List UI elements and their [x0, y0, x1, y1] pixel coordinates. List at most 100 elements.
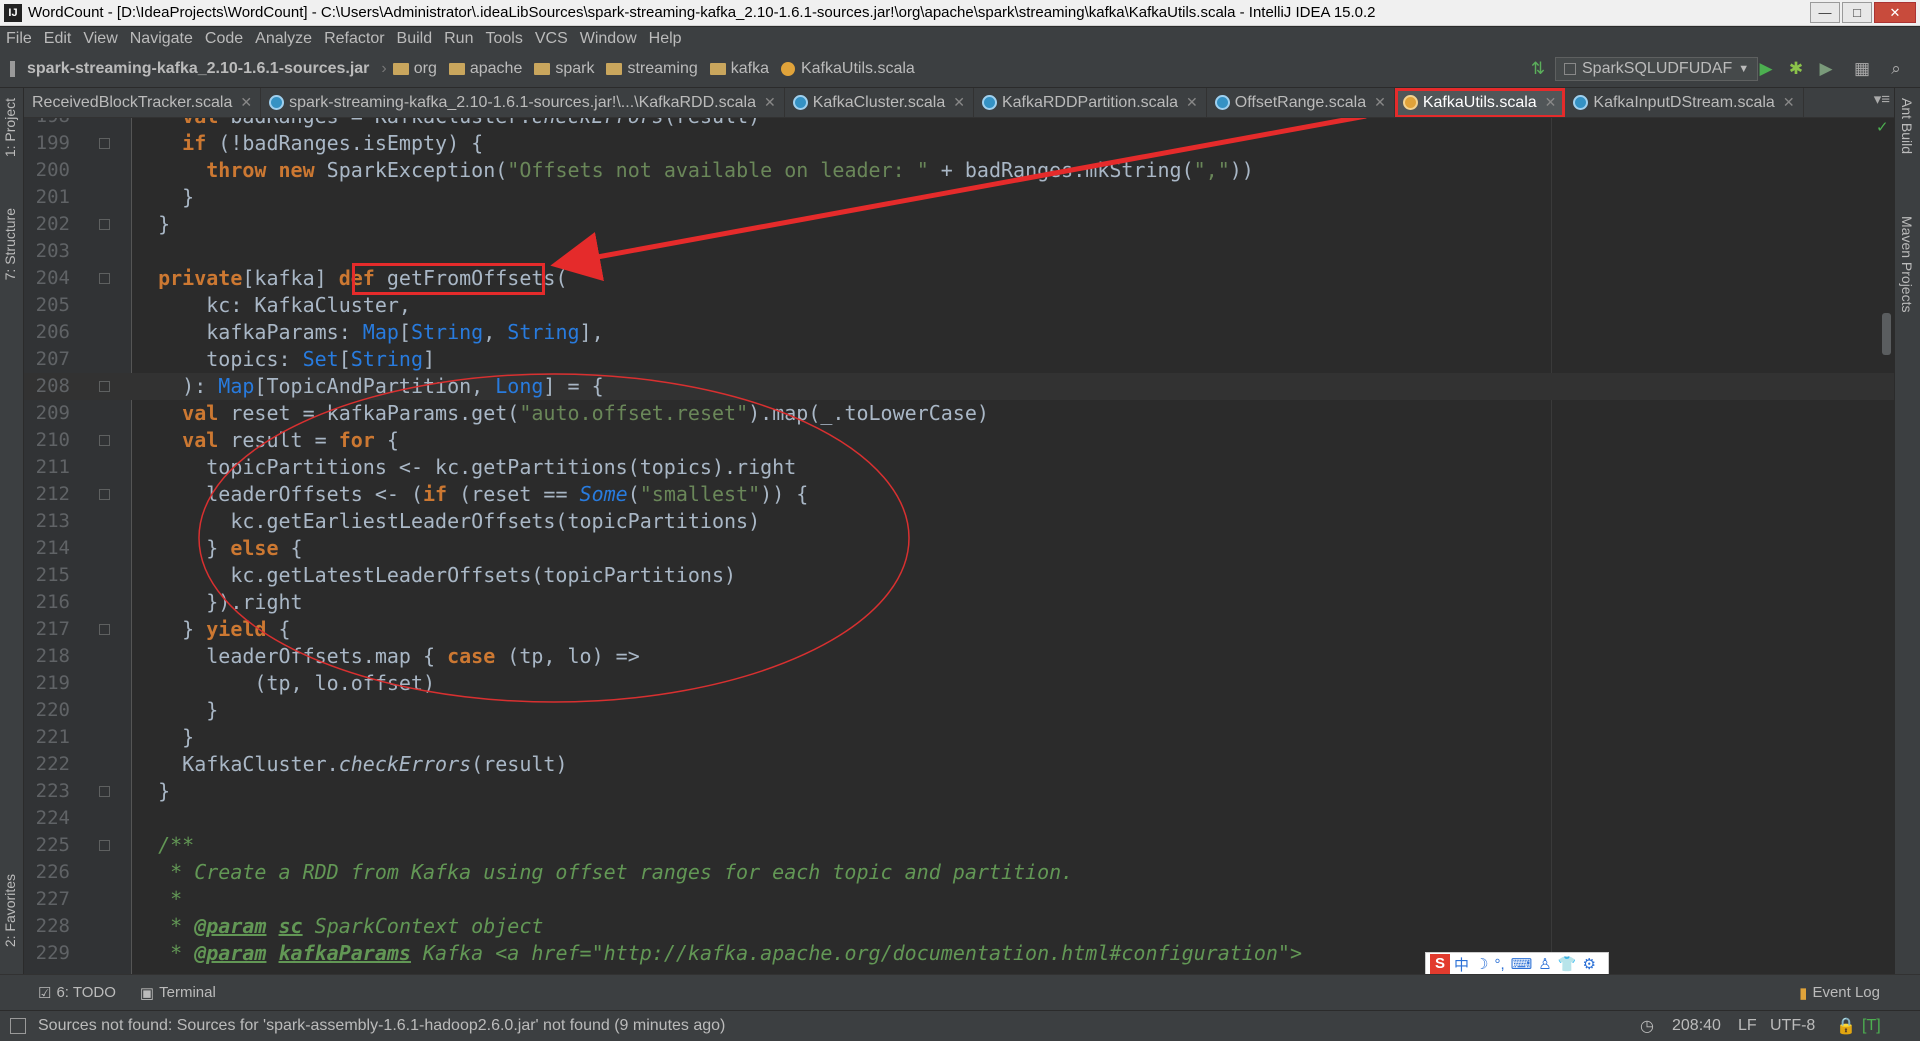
menu-refactor[interactable]: Refactor: [318, 30, 390, 48]
tab-label: ReceivedBlockTracker.scala: [32, 93, 233, 111]
tab-kafka-utils[interactable]: KafkaUtils.scala ✕: [1394, 88, 1566, 117]
structure-tool-tab[interactable]: 7: Structure: [2, 208, 18, 280]
breadcrumb-kafka[interactable]: kafka: [709, 60, 769, 78]
menu-navigate[interactable]: Navigate: [124, 30, 199, 48]
project-structure-icon[interactable]: ▦: [1852, 59, 1872, 79]
todo-tool-button[interactable]: ☑ 6: TODO: [38, 984, 116, 1002]
breadcrumb-label: apache: [469, 60, 523, 77]
make-project-icon[interactable]: ⇅: [1528, 59, 1548, 79]
event-log-icon: ▮: [1799, 984, 1808, 1002]
hector-icon[interactable]: [T]: [1862, 1017, 1881, 1035]
menu-window[interactable]: Window: [574, 30, 643, 48]
tab-label: spark-streaming-kafka_2.10-1.6.1-sources…: [289, 93, 756, 111]
terminal-tool-button[interactable]: ▣ Terminal: [140, 984, 216, 1002]
status-message[interactable]: Sources not found: Sources for 'spark-as…: [38, 1017, 725, 1035]
close-icon[interactable]: ✕: [953, 94, 965, 111]
annotation-box-getfromoffsets: [352, 263, 545, 295]
scala-class-icon: [792, 95, 808, 110]
run-with-coverage-icon[interactable]: ▶: [1816, 59, 1836, 79]
menu-help[interactable]: Help: [643, 30, 688, 48]
maven-projects-tool-tab[interactable]: Maven Projects: [1899, 216, 1915, 312]
breadcrumb-org[interactable]: org: [392, 60, 437, 78]
minimize-button[interactable]: —: [1810, 2, 1840, 23]
folder-icon: [709, 63, 726, 75]
tab-label: KafkaRDDPartition.scala: [1001, 93, 1179, 111]
caret-position[interactable]: 208:40: [1672, 1017, 1721, 1035]
menu-build[interactable]: Build: [391, 30, 439, 48]
code-editor[interactable]: 198 val badRanges = KafkaCluster.checkEr…: [24, 118, 1894, 974]
menu-tools[interactable]: Tools: [479, 30, 528, 48]
menu-vcs[interactable]: VCS: [529, 30, 574, 48]
jar-icon: [10, 61, 15, 77]
favorites-tool-tab[interactable]: 2: Favorites: [2, 874, 18, 947]
window-title: WordCount - [D:\IdeaProjects\WordCount] …: [28, 4, 1376, 21]
scala-object-icon: [780, 62, 795, 76]
ime-tools-icon[interactable]: ⚙: [1582, 955, 1595, 973]
breadcrumb-spark[interactable]: spark: [534, 60, 594, 78]
tabs-overflow-icon[interactable]: ▾≡: [1874, 90, 1890, 108]
close-icon[interactable]: ✕: [240, 94, 252, 111]
ime-language-indicator[interactable]: 中: [1454, 954, 1469, 975]
menu-file[interactable]: File: [0, 30, 38, 48]
breadcrumb-file[interactable]: KafkaUtils.scala: [780, 60, 915, 78]
tab-label: KafkaInputDStream.scala: [1593, 93, 1775, 111]
scala-class-icon: [269, 95, 285, 110]
menu-code[interactable]: Code: [199, 30, 249, 48]
debug-icon[interactable]: ✱: [1786, 59, 1806, 79]
breadcrumb-label: spark-streaming-kafka_2.10-1.6.1-sources…: [27, 60, 370, 77]
tab-kafka-cluster[interactable]: KafkaCluster.scala ✕: [785, 88, 974, 117]
breadcrumb-jar[interactable]: spark-streaming-kafka_2.10-1.6.1-sources…: [10, 60, 369, 78]
run-icon[interactable]: ▶: [1756, 59, 1776, 79]
annotation-overlay: [198, 118, 1367, 703]
lock-icon[interactable]: 🔒: [1836, 1016, 1856, 1036]
close-icon[interactable]: ✕: [1374, 94, 1386, 111]
tab-label: KafkaCluster.scala: [812, 93, 946, 111]
menu-run[interactable]: Run: [438, 30, 479, 48]
tool-windows-toggle-icon[interactable]: [10, 1018, 26, 1034]
navigation-bar: spark-streaming-kafka_2.10-1.6.1-sources…: [0, 51, 1920, 88]
close-icon[interactable]: ✕: [1783, 94, 1795, 111]
editor-tabs: ReceivedBlockTracker.scala ✕ spark-stream…: [24, 88, 1894, 118]
bottom-tool-bar: ☑ 6: TODO ▣ Terminal ▮ Event Log: [0, 974, 1920, 1010]
maximize-button[interactable]: □: [1842, 2, 1872, 23]
breadcrumb-label: streaming: [627, 60, 698, 77]
breadcrumb-label: spark: [555, 60, 595, 77]
ime-skin-icon[interactable]: 👕: [1558, 955, 1577, 973]
sogou-logo-icon: S: [1430, 954, 1450, 974]
ime-toolbar[interactable]: S 中 ☽ °, ⌨ ♙ 👕 ⚙: [1425, 952, 1609, 976]
close-icon[interactable]: ✕: [764, 94, 776, 111]
close-button[interactable]: ✕: [1874, 2, 1916, 23]
tab-kafka-rdd-partition[interactable]: KafkaRDDPartition.scala ✕: [974, 88, 1207, 117]
menu-analyze[interactable]: Analyze: [249, 30, 318, 48]
menu-bar: File Edit View Navigate Code Analyze Ref…: [0, 27, 1920, 51]
menu-view[interactable]: View: [77, 30, 123, 48]
ime-punct-icon[interactable]: °,: [1494, 956, 1504, 973]
ime-moon-icon[interactable]: ☽: [1475, 955, 1488, 973]
breadcrumb-label: org: [413, 60, 437, 77]
project-tool-tab[interactable]: 1: Project: [2, 98, 18, 157]
ime-user-icon[interactable]: ♙: [1538, 955, 1551, 973]
breadcrumb-streaming[interactable]: streaming: [606, 60, 698, 78]
event-log-tool-button[interactable]: ▮ Event Log: [1799, 984, 1880, 1002]
close-icon[interactable]: ✕: [1186, 94, 1198, 111]
menu-edit[interactable]: Edit: [38, 30, 78, 48]
breadcrumb-apache[interactable]: apache: [448, 60, 523, 78]
search-icon[interactable]: ⌕: [1886, 59, 1906, 79]
left-tool-strip: 1: Project 7: Structure 2: Favorites: [0, 88, 24, 974]
ant-build-tool-tab[interactable]: Ant Build: [1899, 98, 1915, 154]
tab-offset-range[interactable]: OffsetRange.scala ✕: [1207, 88, 1395, 117]
line-separator[interactable]: LF: [1738, 1017, 1757, 1035]
terminal-icon: ▣: [139, 984, 155, 1002]
run-configuration-label: SparkSQLUDFUDAF: [1582, 60, 1733, 77]
ime-keyboard-icon[interactable]: ⌨: [1511, 955, 1533, 973]
tab-kafka-rdd[interactable]: spark-streaming-kafka_2.10-1.6.1-sources…: [261, 88, 785, 117]
tab-received-block-tracker[interactable]: ReceivedBlockTracker.scala ✕: [24, 88, 262, 117]
terminal-label: Terminal: [159, 984, 216, 1001]
breadcrumb-separator: ›: [381, 60, 387, 77]
file-encoding[interactable]: UTF-8: [1770, 1017, 1815, 1035]
folder-icon: [392, 63, 409, 75]
close-icon[interactable]: ✕: [1545, 94, 1557, 111]
run-configuration-select[interactable]: SparkSQLUDFUDAF ▼: [1555, 57, 1759, 81]
breadcrumb-label: KafkaUtils.scala: [800, 60, 915, 77]
tab-kafka-input-dstream[interactable]: KafkaInputDStream.scala ✕: [1565, 88, 1804, 117]
